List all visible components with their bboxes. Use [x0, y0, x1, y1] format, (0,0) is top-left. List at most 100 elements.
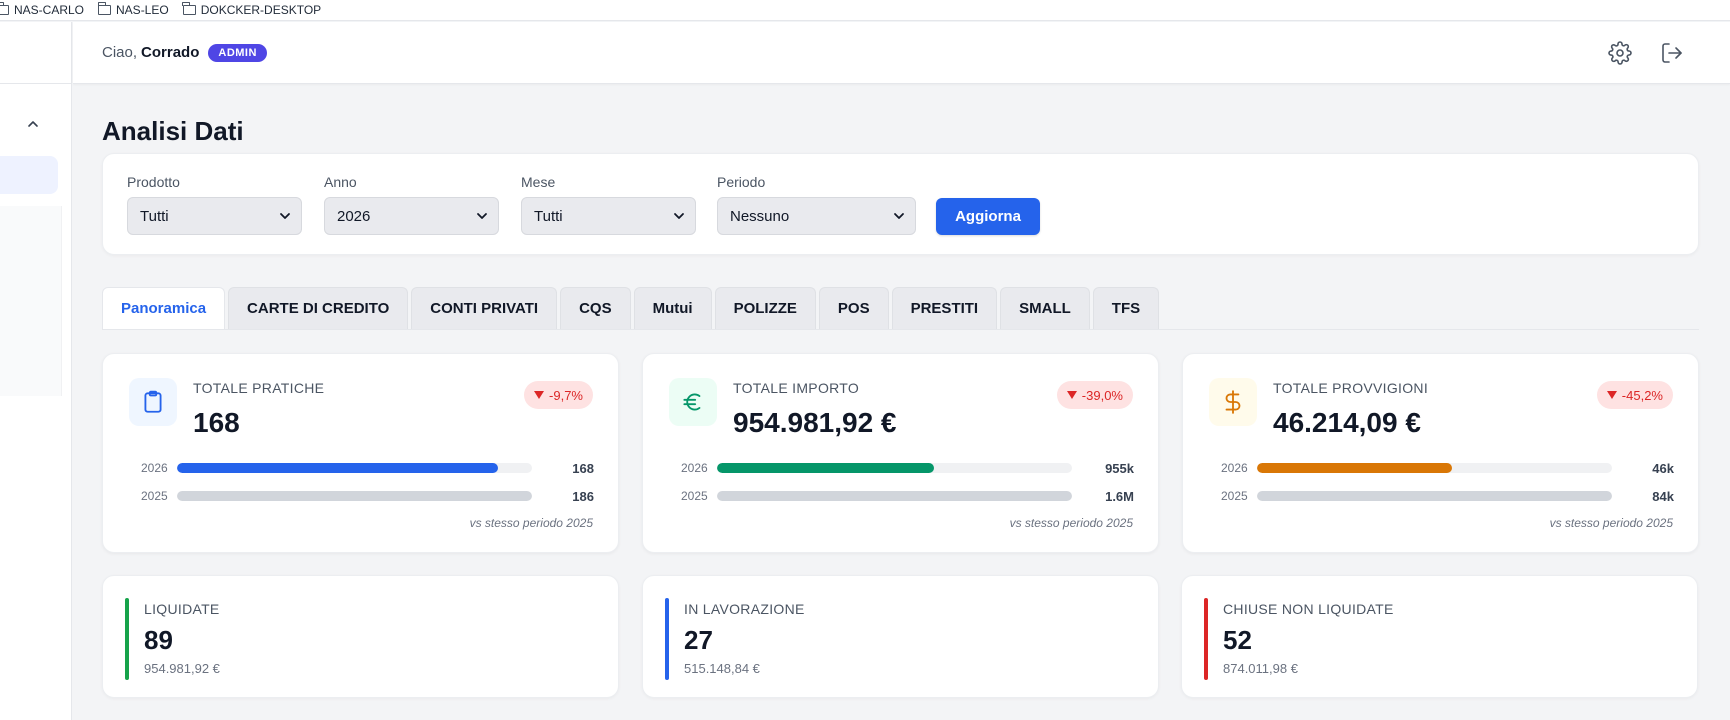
triangle-down-icon [534, 391, 545, 399]
status-accent-bar [1204, 598, 1208, 680]
dollar-icon [1225, 390, 1241, 414]
select-value: Nessuno [730, 207, 790, 225]
product-tabs: Panoramica CARTE DI CREDITO CONTI PRIVAT… [102, 287, 1699, 330]
row-value: 955k [1105, 460, 1134, 476]
tab-polizze[interactable]: POLIZZE [714, 287, 816, 329]
gear-icon[interactable] [1608, 41, 1632, 65]
top-header: Ciao, Corrado ADMIN [73, 22, 1730, 84]
euro-icon [683, 393, 701, 411]
delta-value: -39,0% [1081, 387, 1123, 403]
chevron-up-icon[interactable] [26, 117, 40, 131]
row-year: 2026 [141, 461, 168, 475]
bar-track [717, 491, 1072, 501]
folder-icon [0, 2, 9, 15]
tab-cqs[interactable]: CQS [560, 287, 631, 329]
sidebar [0, 22, 72, 720]
status-accent-bar [665, 598, 669, 680]
prodotto-select[interactable]: Tutti [127, 197, 302, 235]
bookmark-label: DOKCKER-DESKTOP [200, 3, 322, 17]
tab-mutui[interactable]: Mutui [633, 287, 712, 329]
status-card-chiuse-non-liquidate: CHIUSE NON LIQUIDATE 52 874.011,98 € [1181, 575, 1698, 698]
comparison-row-previous: 2025 84k [1221, 488, 1674, 504]
tab-tfs[interactable]: TFS [1092, 287, 1160, 329]
anno-select[interactable]: 2026 [324, 197, 499, 235]
kpi-label: TOTALE PRATICHE [193, 380, 325, 396]
tab-carte-di-credito[interactable]: CARTE DI CREDITO [228, 287, 409, 329]
user-name: Corrado [141, 44, 200, 61]
mese-select[interactable]: Tutti [521, 197, 696, 235]
kpi-delta-badge: -9,7% [524, 381, 593, 409]
select-value: Tutti [534, 207, 563, 225]
bar-track [1257, 491, 1612, 501]
kpi-delta-badge: -45,2% [1596, 381, 1673, 409]
status-amount: 874.011,98 € [1223, 661, 1298, 676]
filter-panel: Prodotto Tutti Anno 2026 Mese Tutti Peri… [102, 153, 1699, 255]
triangle-down-icon [1066, 391, 1077, 399]
bookmark-nas-carlo[interactable]: NAS-CARLO [0, 2, 85, 17]
filter-label: Anno [324, 174, 357, 190]
bookmark-nas-leo[interactable]: NAS-LEO [97, 2, 169, 17]
row-value: 84k [1652, 488, 1674, 504]
bar-fill [177, 463, 498, 473]
kpi-value: 46.214,09 € [1273, 407, 1421, 438]
filter-periodo: Periodo Nessuno [717, 174, 916, 235]
select-value: 2026 [337, 207, 371, 225]
kpi-label: TOTALE IMPORTO [733, 380, 860, 396]
status-amount: 515.148,84 € [684, 661, 760, 676]
filter-label: Prodotto [127, 174, 180, 190]
status-label: IN LAVORAZIONE [684, 601, 805, 617]
status-accent-bar [125, 598, 129, 680]
triangle-down-icon [1606, 391, 1617, 399]
bar-track [177, 463, 532, 473]
user-greeting: Ciao, Corrado ADMIN [102, 43, 267, 62]
bookmark-label: NAS-LEO [116, 3, 169, 17]
bookmark-docker-desktop[interactable]: DOKCKER-DESKTOP [182, 2, 322, 17]
tab-conti-privati[interactable]: CONTI PRIVATI [411, 287, 558, 329]
kpi-icon-box [129, 378, 177, 426]
comparison-row-current: 2026 168 [141, 460, 594, 476]
kpi-card-totale-pratiche: TOTALE PRATICHE 168 -9,7% 2026 168 2025 … [102, 353, 619, 553]
periodo-select[interactable]: Nessuno [717, 197, 916, 235]
kpi-icon-box [1209, 378, 1257, 426]
row-value: 46k [1652, 460, 1674, 476]
filter-prodotto: Prodotto Tutti [127, 174, 302, 235]
role-badge: ADMIN [208, 43, 267, 62]
kpi-card-totale-importo: TOTALE IMPORTO 954.981,92 € -39,0% 2026 … [642, 353, 1159, 553]
kpi-label: TOTALE PROVVIGIONI [1273, 380, 1429, 396]
filter-label: Mese [521, 174, 556, 190]
bar-track [177, 491, 532, 501]
bookmark-label: NAS-CARLO [14, 3, 85, 17]
row-year: 2026 [1221, 461, 1248, 475]
chevron-down-icon [280, 213, 290, 219]
tab-pos[interactable]: POS [818, 287, 889, 329]
sidebar-submenu-panel [0, 206, 62, 396]
filter-mese: Mese Tutti [521, 174, 696, 235]
tab-prestiti[interactable]: PRESTITI [891, 287, 998, 329]
sidebar-brand-area [0, 22, 71, 84]
tab-small[interactable]: SMALL [1000, 287, 1090, 329]
row-year: 2025 [1221, 489, 1248, 503]
status-count: 27 [684, 625, 713, 655]
kpi-comparison-note: vs stesso periodo 2025 [469, 516, 593, 530]
kpi-card-totale-provvigioni: TOTALE PROVVIGIONI 46.214,09 € -45,2% 20… [1182, 353, 1699, 553]
sidebar-item-active[interactable] [0, 156, 58, 194]
bar-fill [717, 491, 1072, 501]
logout-icon[interactable] [1660, 41, 1684, 65]
folder-icon [182, 2, 196, 15]
clipboard-icon [144, 390, 162, 413]
bookmarks-bar: NAS-CARLO NAS-LEO DOKCKER-DESKTOP [0, 0, 1730, 21]
bar-track [1257, 463, 1612, 473]
tab-panoramica[interactable]: Panoramica [102, 287, 226, 329]
row-value: 168 [572, 460, 594, 476]
delta-value: -9,7% [549, 387, 583, 403]
update-button[interactable]: Aggiorna [936, 198, 1040, 235]
comparison-row-previous: 2025 1.6M [681, 488, 1134, 504]
chevron-down-icon [894, 213, 904, 219]
comparison-row-current: 2026 955k [681, 460, 1134, 476]
filter-anno: Anno 2026 [324, 174, 499, 235]
chevron-down-icon [477, 213, 487, 219]
row-year: 2025 [681, 489, 708, 503]
comparison-row-previous: 2025 186 [141, 488, 594, 504]
kpi-value: 168 [193, 407, 240, 438]
status-label: LIQUIDATE [144, 601, 220, 617]
